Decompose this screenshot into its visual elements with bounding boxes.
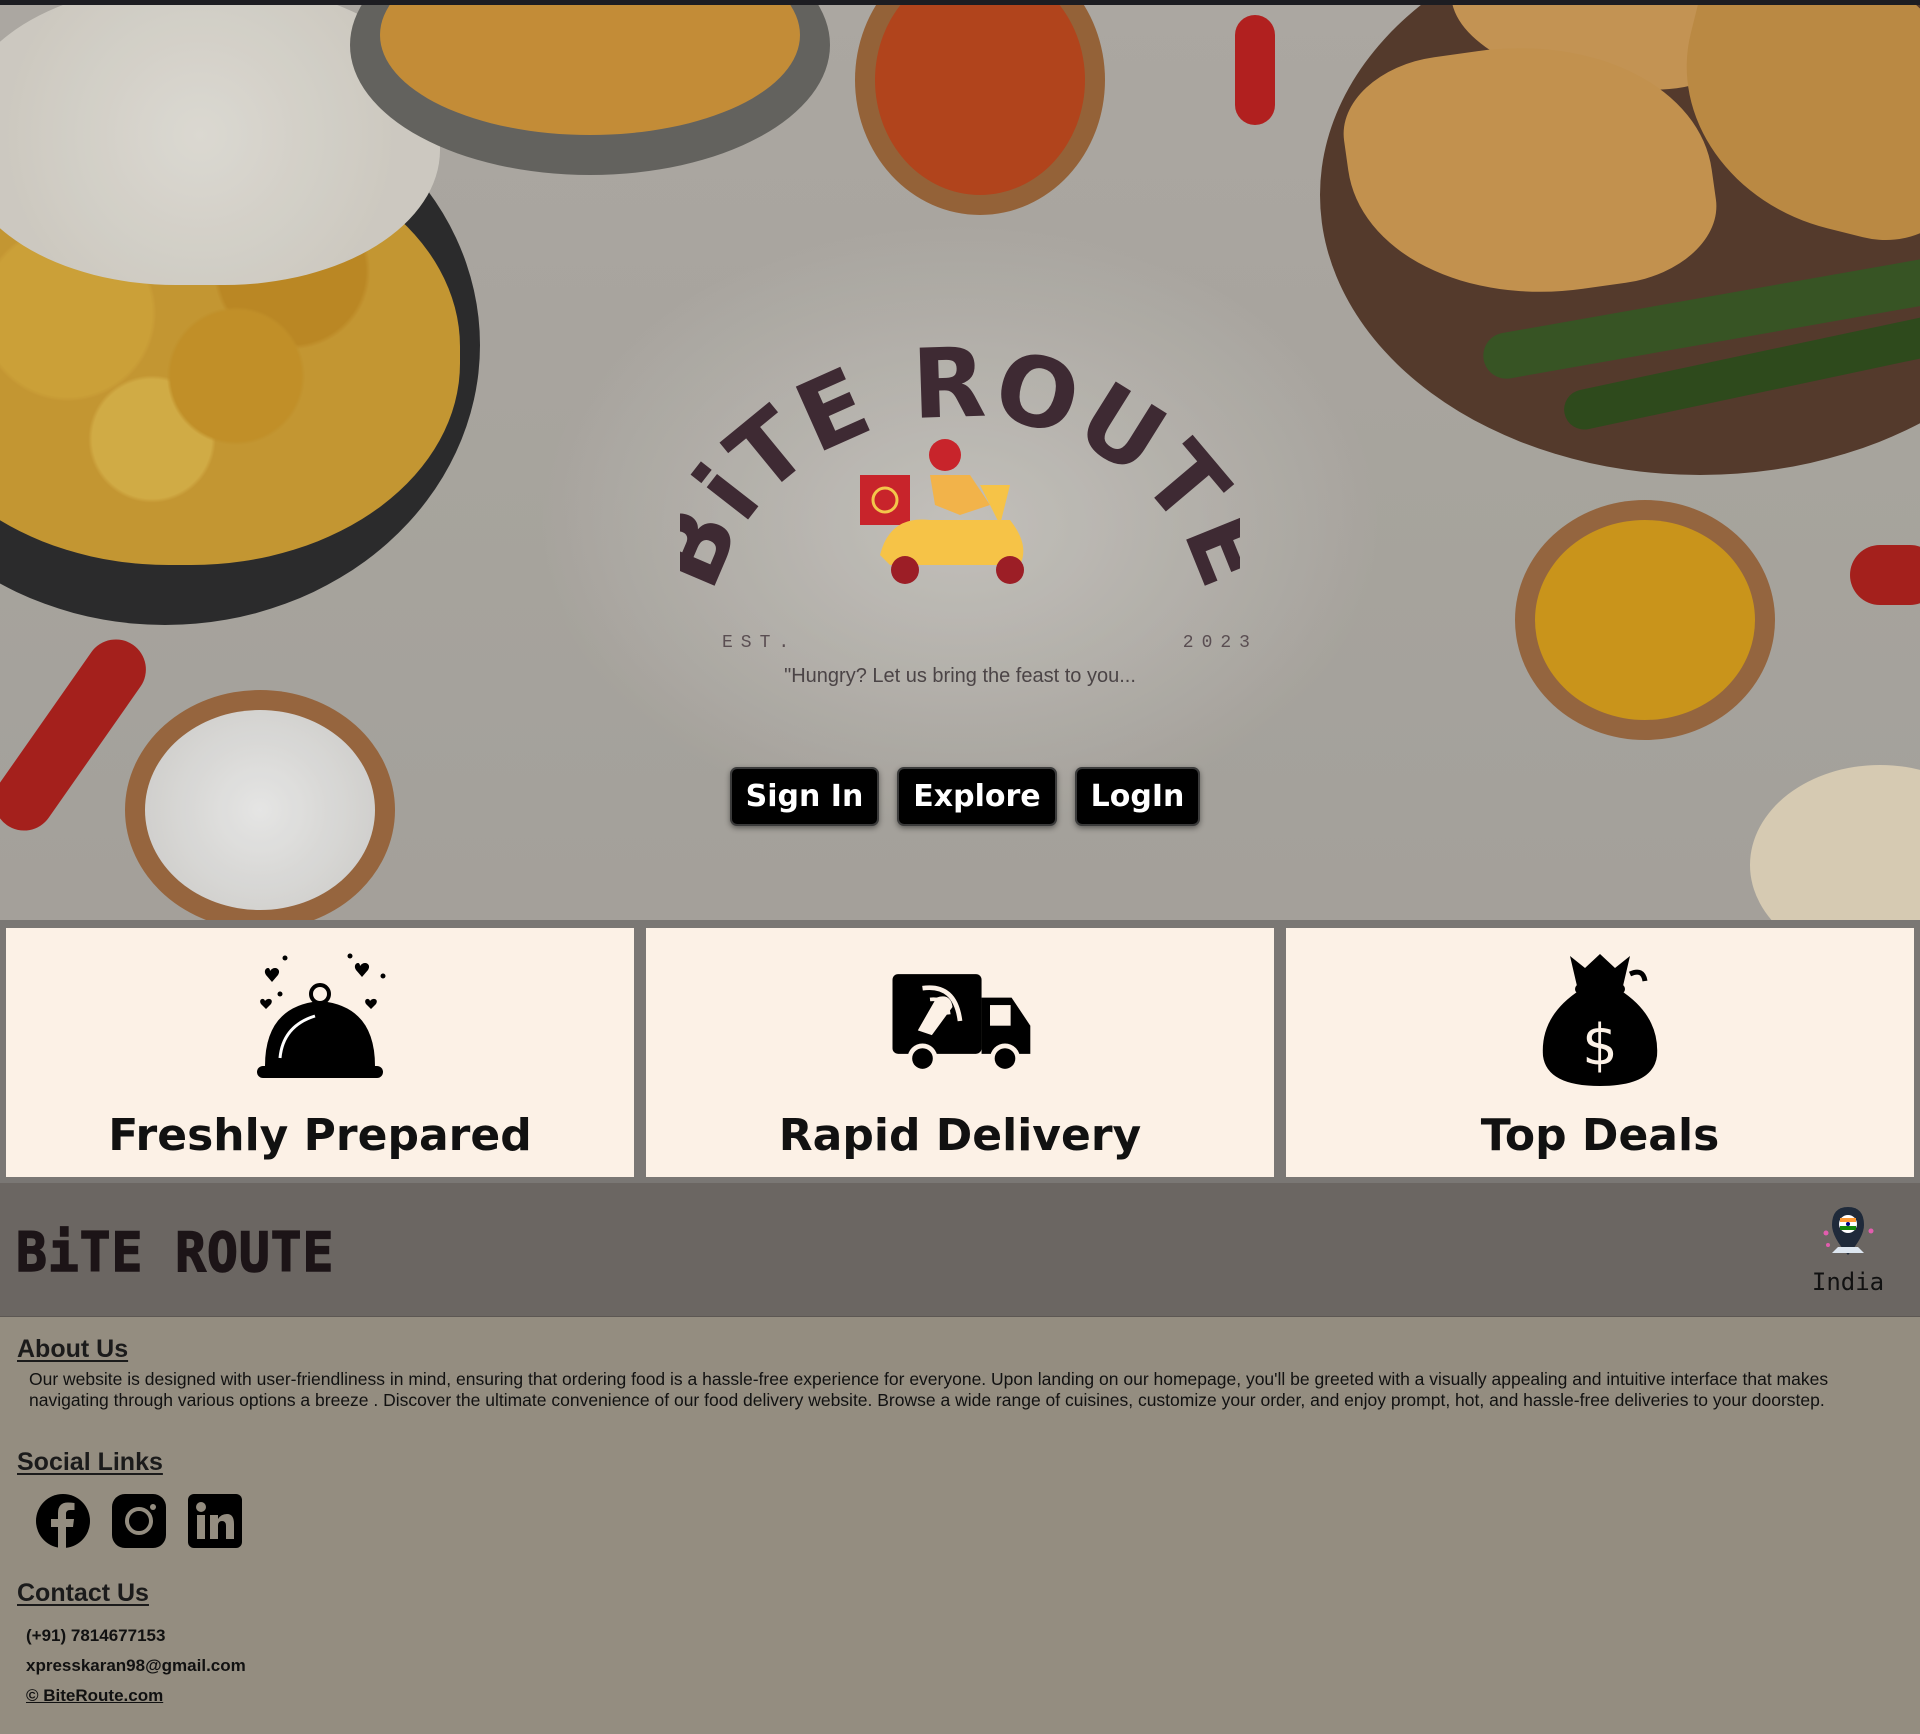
location-label: India <box>1811 1268 1885 1296</box>
feature-card-fresh: Freshly Prepared <box>6 928 634 1177</box>
feature-title: Top Deals <box>1480 1110 1720 1161</box>
linkedin-icon[interactable] <box>188 1494 242 1548</box>
location-pin-icon <box>1823 1207 1874 1255</box>
brand-logo-graphic: BiTE ROUTE <box>629 327 1288 603</box>
about-us-text: Our website is designed with user-friend… <box>29 1369 1829 1410</box>
facebook-icon[interactable] <box>36 1494 90 1548</box>
est-year: 2023 <box>1182 633 1258 653</box>
feature-title: Freshly Prepared <box>108 1110 532 1161</box>
sign-in-button[interactable]: Sign In <box>729 767 880 826</box>
hero-logo: BiTE ROUTE EST. 2023 "Hungry? Let us bri… <box>629 325 1288 705</box>
contact-email: xpresskaran98@gmail.com <box>26 1656 246 1675</box>
food-cloche-icon <box>245 946 395 1096</box>
footer-info: About Us Our website is designed with us… <box>0 1317 1920 1734</box>
hero-button-group: Sign In Explore LogIn <box>0 767 1920 826</box>
social-links <box>36 1494 242 1548</box>
contact-phone: (+91) 7814677153 <box>26 1626 166 1645</box>
money-bag-icon: $ <box>1525 946 1675 1096</box>
hero-tagline: "Hungry? Let us bring the feast to you..… <box>784 665 1136 687</box>
feature-card-delivery: Rapid Delivery <box>646 928 1274 1177</box>
copyright-link[interactable]: © BiteRoute.com <box>26 1686 163 1706</box>
login-button[interactable]: LogIn <box>1074 767 1201 826</box>
explore-button[interactable]: Explore <box>897 767 1057 826</box>
svg-text:$: $ <box>1582 1013 1618 1078</box>
location-indicator[interactable]: India <box>1808 1203 1888 1296</box>
feature-title: Rapid Delivery <box>778 1110 1142 1161</box>
about-us-heading: About Us <box>17 1335 129 1363</box>
instagram-icon[interactable] <box>112 1494 166 1548</box>
hero-section: BiTE ROUTE EST. 2023 "Hungry? Let us bri… <box>0 0 1920 920</box>
scooter-rider-icon <box>860 439 1024 584</box>
features-section: Freshly Prepared Rapid Delivery $ Top De… <box>0 920 1920 1183</box>
est-label: EST. <box>722 633 798 653</box>
footer-brand-bar: BiTE ROUTE India <box>0 1183 1920 1317</box>
feature-card-deals: $ Top Deals <box>1286 928 1914 1177</box>
contact-us-heading: Contact Us <box>17 1579 149 1607</box>
footer-logo[interactable]: BiTE ROUTE <box>15 1220 334 1285</box>
social-links-heading: Social Links <box>17 1448 163 1476</box>
delivery-truck-icon <box>885 946 1035 1096</box>
